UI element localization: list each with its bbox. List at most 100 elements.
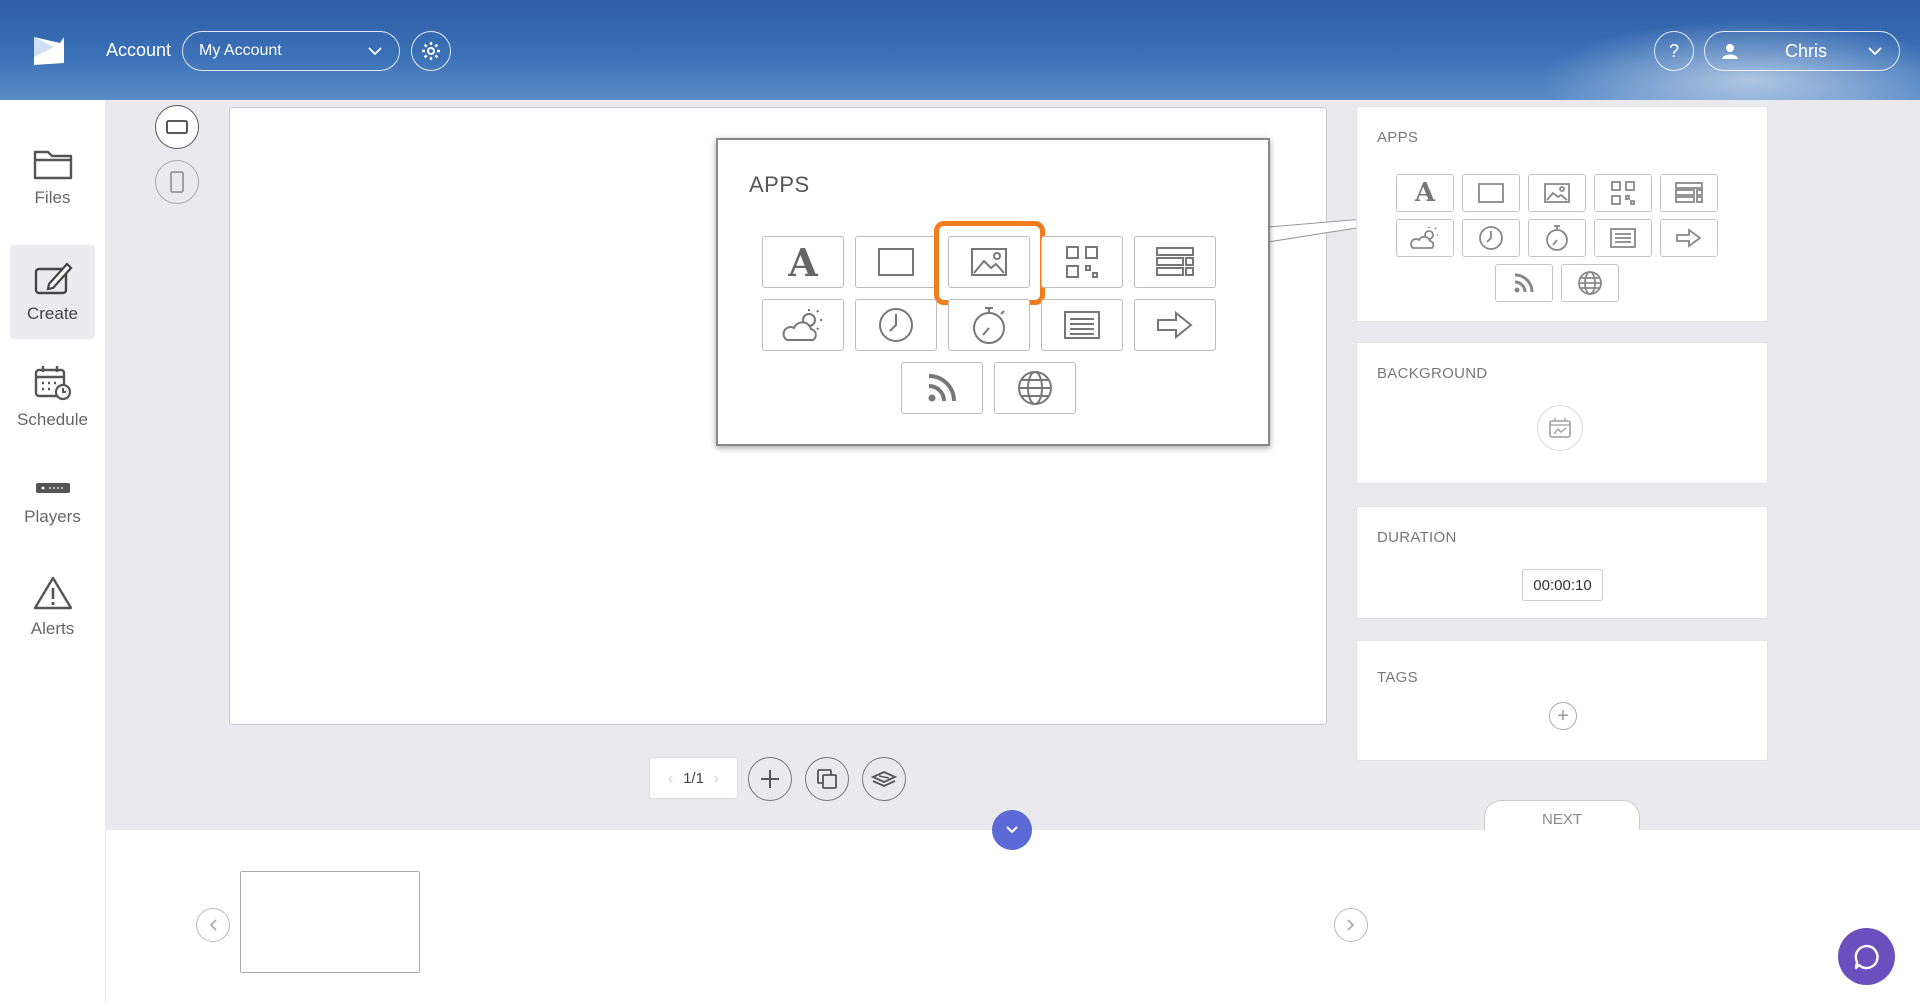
stopwatch-icon: [1546, 225, 1568, 251]
chevron-left-icon: [209, 919, 217, 931]
countdown-app-button[interactable]: [1528, 219, 1586, 257]
filmstrip-prev-button[interactable]: [196, 908, 230, 942]
table-app-button[interactable]: [1660, 174, 1718, 212]
globe-icon: [1018, 371, 1052, 405]
qr-code-icon: [1611, 181, 1635, 205]
layers-icon: [870, 771, 898, 787]
weather-app-tile[interactable]: [762, 299, 844, 351]
background-picker-button[interactable]: [1537, 405, 1583, 451]
duration-panel-title: DURATION: [1377, 529, 1457, 546]
collapse-filmstrip-button[interactable]: [992, 810, 1032, 850]
weather-icon: [782, 309, 822, 341]
help-button[interactable]: ?: [1654, 31, 1694, 71]
layers-button[interactable]: [862, 757, 906, 801]
sidebar-item-schedule[interactable]: Schedule: [10, 350, 95, 444]
weather-app-button[interactable]: [1396, 219, 1454, 257]
table-app-tile[interactable]: [1134, 236, 1216, 288]
rectangle-app-button[interactable]: [1462, 174, 1520, 212]
chevron-right-icon: [1347, 919, 1355, 931]
weather-icon: [1410, 227, 1438, 249]
chevron-down-icon: [1868, 47, 1882, 56]
background-panel: BACKGROUND: [1356, 342, 1768, 484]
clock-icon: [1479, 226, 1503, 250]
add-page-button[interactable]: [748, 757, 792, 801]
tags-panel-title: TAGS: [1377, 669, 1418, 686]
chevron-right-icon[interactable]: ›: [714, 770, 719, 787]
landscape-icon: [166, 120, 188, 134]
duration-input[interactable]: 00:00:10: [1522, 569, 1603, 601]
duplicate-page-button[interactable]: [805, 757, 849, 801]
text-block-icon: [1064, 311, 1100, 339]
gear-icon: [422, 42, 440, 60]
qr-code-icon: [1066, 246, 1098, 278]
sidebar-item-create[interactable]: Create: [10, 245, 95, 339]
web-app-tile[interactable]: [994, 362, 1076, 414]
user-icon: [1722, 44, 1738, 59]
arrow-right-icon: [1157, 310, 1193, 340]
clock-icon: [879, 308, 913, 342]
text-app-tile[interactable]: A: [762, 236, 844, 288]
duration-panel: DURATION 00:00:10: [1356, 506, 1768, 619]
filmstrip-next-button[interactable]: [1334, 908, 1368, 942]
chevron-left-icon[interactable]: ‹: [668, 770, 673, 787]
settings-button[interactable]: [411, 31, 451, 71]
text-app-icon: A: [1414, 178, 1436, 208]
next-button[interactable]: NEXT: [1484, 800, 1640, 834]
sidebar-item-label: Players: [24, 507, 81, 526]
chevron-down-icon: [1006, 826, 1018, 834]
clock-app-tile[interactable]: [855, 299, 937, 351]
tags-panel: TAGS +: [1356, 640, 1768, 761]
arrow-right-icon: [1676, 228, 1702, 248]
portrait-icon: [170, 171, 184, 193]
portrait-orientation-button[interactable]: [155, 160, 199, 204]
image-icon: [1544, 183, 1570, 203]
app-logo-icon[interactable]: [30, 33, 68, 69]
page-thumbnail[interactable]: [240, 871, 420, 973]
globe-icon: [1578, 271, 1602, 295]
ticker-app-button[interactable]: [1594, 219, 1652, 257]
page-pager: ‹ 1/1 ›: [649, 757, 738, 799]
table-icon: [1675, 182, 1703, 203]
ticker-app-tile[interactable]: [1041, 299, 1123, 351]
add-tag-button[interactable]: +: [1549, 702, 1577, 730]
image-app-button[interactable]: [1528, 174, 1586, 212]
sidebar-item-alerts[interactable]: Alerts: [10, 560, 95, 654]
rss-icon: [1514, 273, 1534, 293]
qr-code-app-button[interactable]: [1594, 174, 1652, 212]
rectangle-icon: [878, 248, 914, 276]
text-app-icon: A: [788, 239, 818, 285]
sidebar-item-label: Schedule: [17, 410, 88, 429]
arrow-app-tile[interactable]: [1134, 299, 1216, 351]
clock-app-button[interactable]: [1462, 219, 1520, 257]
account-select[interactable]: My Account: [182, 31, 400, 71]
sidebar-item-players[interactable]: Players: [10, 455, 95, 549]
sidebar-item-files[interactable]: Files: [10, 130, 95, 224]
stopwatch-icon: [973, 307, 1005, 344]
text-block-icon: [1610, 228, 1636, 248]
user-menu[interactable]: Chris: [1704, 31, 1900, 71]
text-app-button[interactable]: A: [1396, 174, 1454, 212]
arrow-app-button[interactable]: [1660, 219, 1718, 257]
schedule-icon: [34, 366, 71, 401]
chevron-down-icon: [368, 47, 382, 56]
background-image-icon: [1549, 418, 1571, 438]
rss-icon: [928, 374, 956, 402]
chat-button[interactable]: [1838, 928, 1895, 985]
landscape-orientation-button[interactable]: [155, 105, 199, 149]
account-select-value: My Account: [199, 42, 282, 59]
player-icon: [35, 483, 70, 493]
create-icon: [34, 262, 73, 295]
apps-panel: APPS A: [1356, 106, 1768, 322]
web-app-button[interactable]: [1561, 264, 1619, 302]
apps-panel-title: APPS: [1377, 129, 1419, 146]
apps-zoom-callout: APPS A: [716, 138, 1270, 446]
chat-bubble-icon: [1854, 944, 1879, 969]
rectangle-app-tile[interactable]: [855, 236, 937, 288]
plus-icon: [761, 770, 779, 788]
rss-app-tile[interactable]: [901, 362, 983, 414]
qr-code-app-tile[interactable]: [1041, 236, 1123, 288]
image-app-highlight: [934, 221, 1045, 305]
rss-app-button[interactable]: [1495, 264, 1553, 302]
background-panel-title: BACKGROUND: [1377, 365, 1488, 382]
countdown-app-tile[interactable]: [948, 299, 1030, 351]
